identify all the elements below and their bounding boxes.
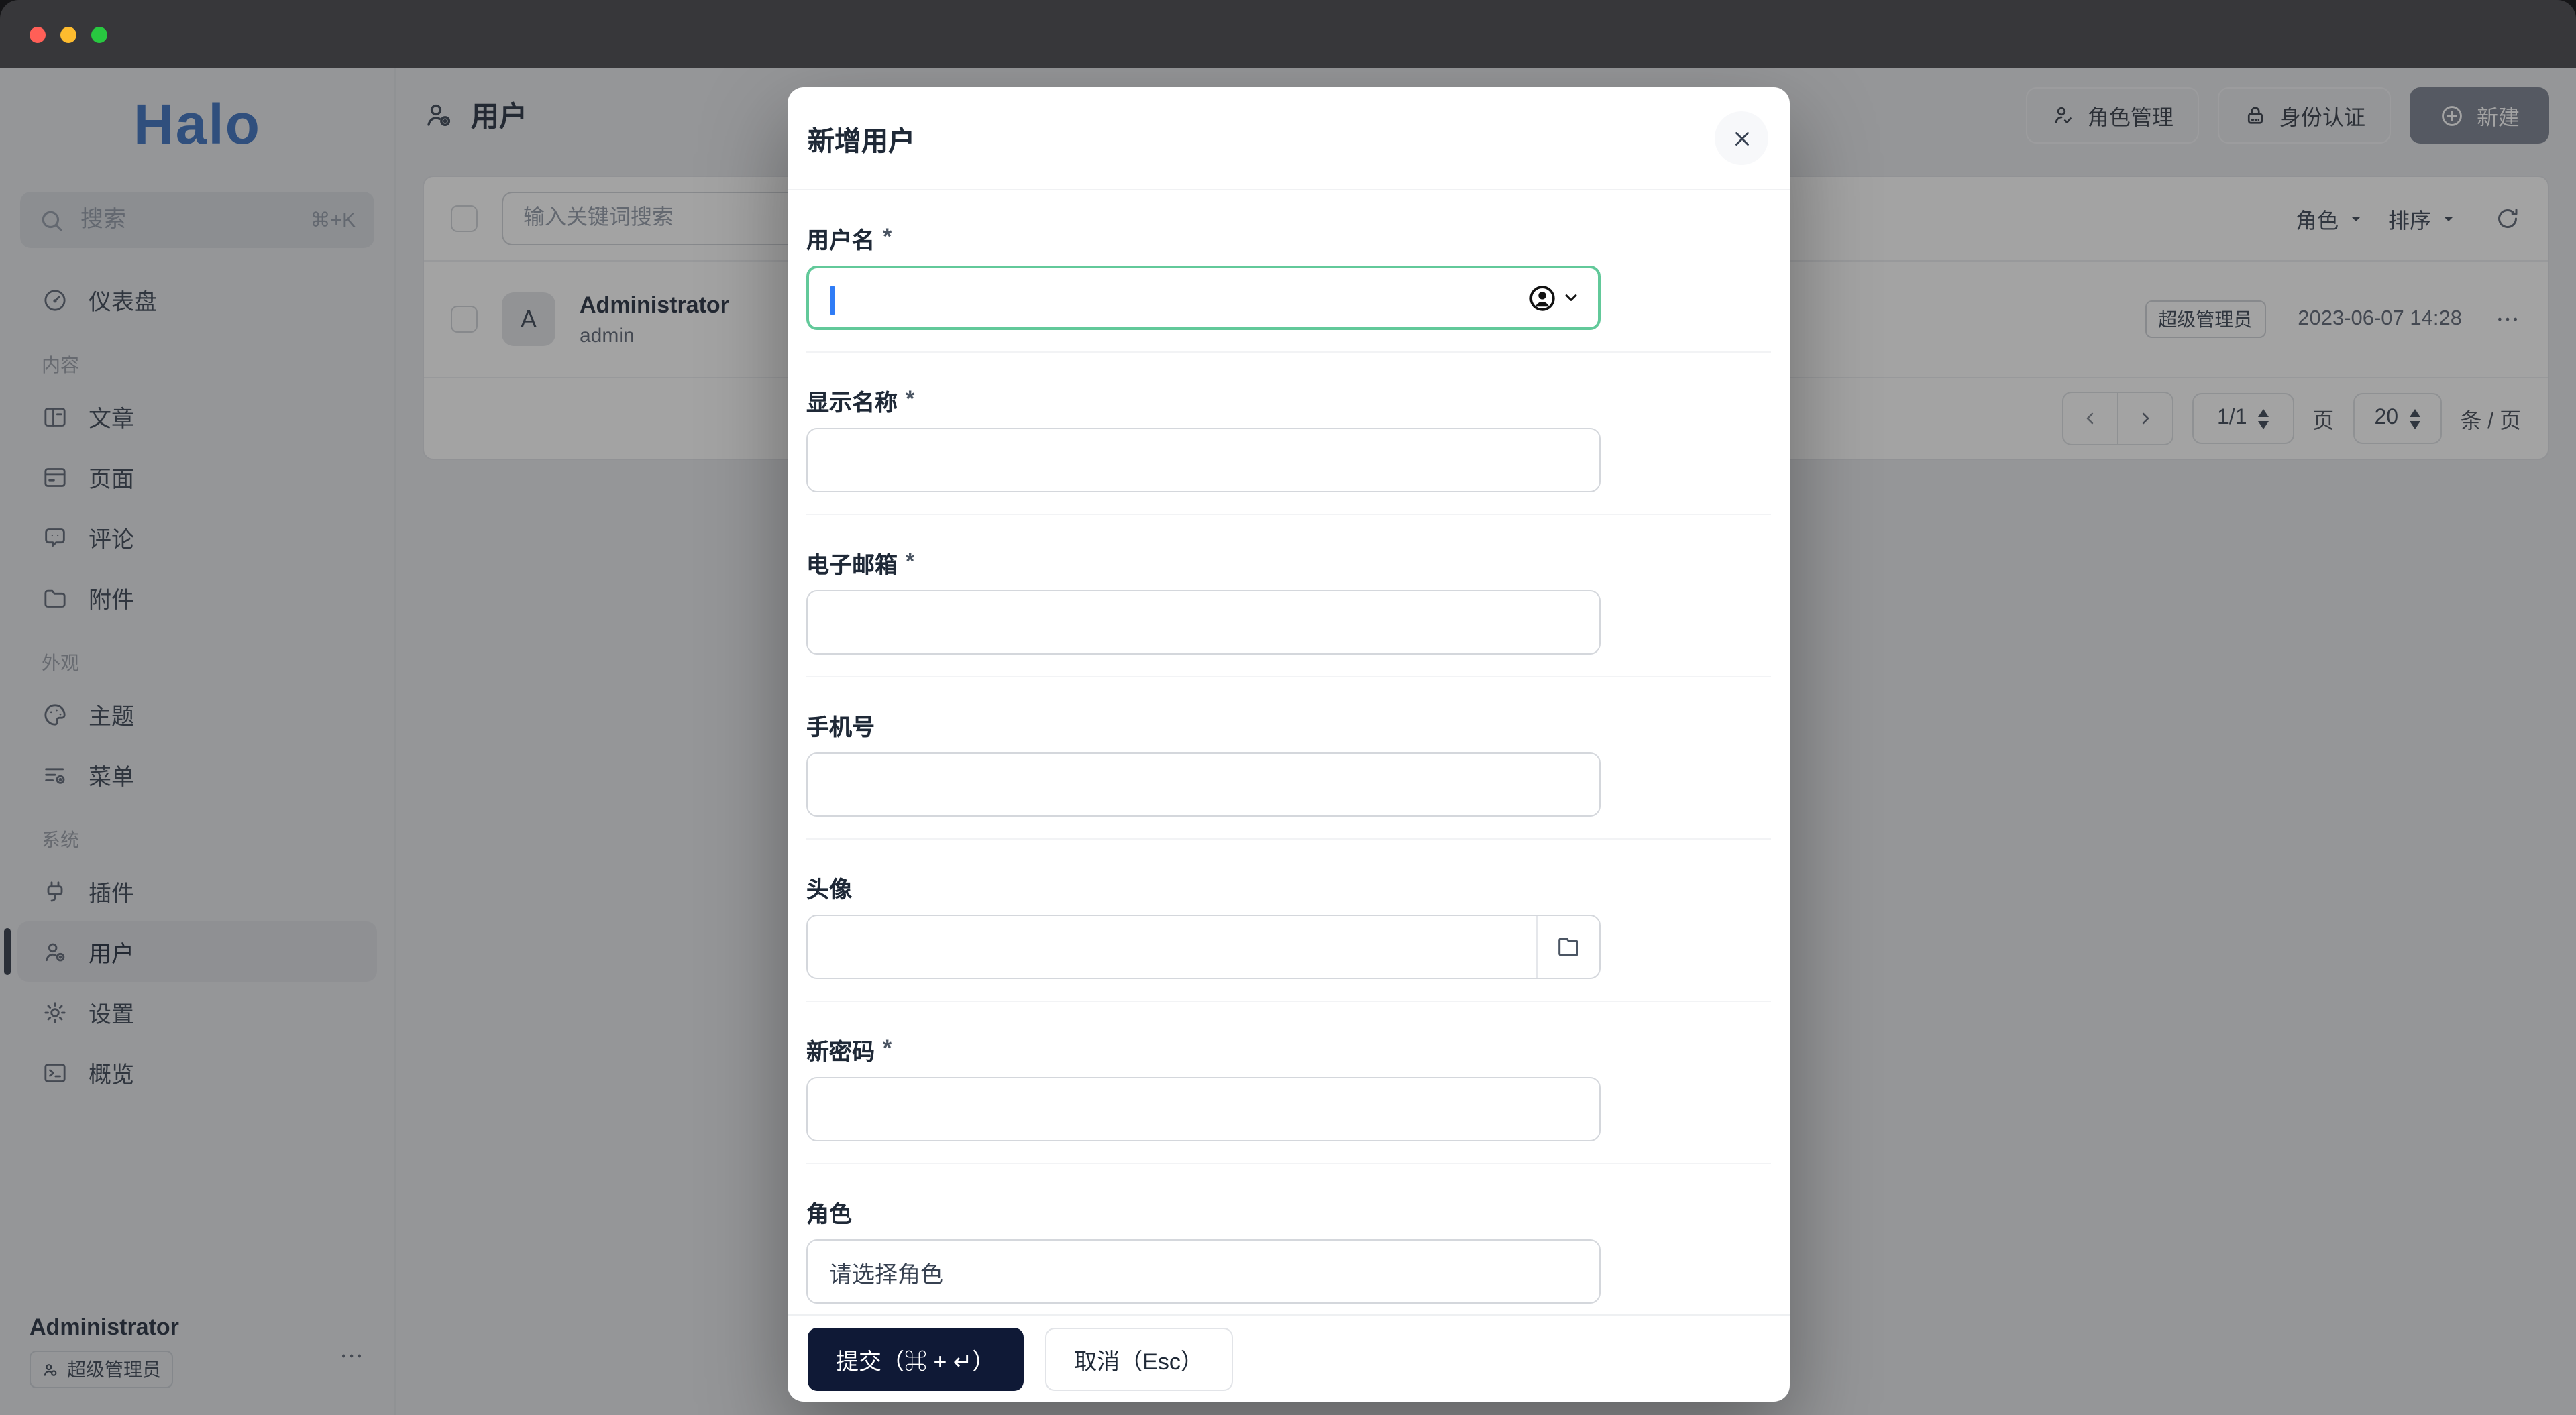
app-window: Halo ⌘+K 仪表盘 内容 [0, 0, 2576, 1415]
display-name-field[interactable] [806, 428, 1601, 492]
window-titlebar [0, 0, 2576, 68]
avatar-picker-button[interactable] [1536, 916, 1599, 978]
field-label-text: 新密码 [806, 1032, 875, 1066]
text-caret [830, 286, 835, 315]
required-mark: * [883, 224, 892, 251]
field-label: 角色 [806, 1196, 1771, 1226]
chevron-down-icon [1562, 288, 1580, 307]
display-name-input[interactable] [808, 429, 1599, 491]
role-select[interactable]: 请选择角色 [806, 1239, 1601, 1304]
email-input[interactable] [808, 591, 1599, 653]
field-avatar: 头像 [806, 840, 1771, 1002]
password-field[interactable] [806, 1077, 1601, 1141]
field-email: 电子邮箱 * [806, 515, 1771, 677]
email-field[interactable] [806, 590, 1601, 655]
username-avatar-dropdown[interactable] [1527, 282, 1598, 313]
required-mark: * [883, 1035, 892, 1062]
field-display-name: 显示名称 * [806, 353, 1771, 515]
field-label: 用户名 * [806, 223, 1771, 252]
field-label-text: 显示名称 [806, 383, 898, 416]
field-label: 头像 [806, 872, 1771, 901]
close-window-icon[interactable] [30, 26, 46, 42]
minimize-window-icon[interactable] [60, 26, 76, 42]
avatar-input[interactable] [808, 916, 1536, 978]
field-label: 新密码 * [806, 1034, 1771, 1064]
field-label: 电子邮箱 * [806, 547, 1771, 577]
submit-button[interactable]: 提交（⌘ + ↵） [808, 1327, 1023, 1390]
required-mark: * [906, 386, 914, 413]
new-user-modal: 新增用户 用户名 * [788, 87, 1790, 1402]
field-label-text: 头像 [806, 870, 852, 903]
field-username: 用户名 * [806, 190, 1771, 353]
username-field[interactable] [806, 266, 1601, 330]
field-label-text: 用户名 [806, 221, 875, 254]
field-label-text: 电子邮箱 [806, 545, 898, 579]
phone-input[interactable] [808, 754, 1599, 815]
field-phone: 手机号 [806, 677, 1771, 840]
field-label: 显示名称 * [806, 385, 1771, 414]
field-password: 新密码 * [806, 1002, 1771, 1164]
avatar-field[interactable] [806, 915, 1601, 979]
modal-body: 用户名 * [788, 190, 1790, 1314]
password-input[interactable] [808, 1078, 1599, 1140]
cancel-button[interactable]: 取消（Esc） [1044, 1327, 1233, 1390]
field-role: 角色 请选择角色 [806, 1164, 1771, 1314]
username-input[interactable] [809, 268, 1527, 327]
close-icon[interactable] [1715, 111, 1768, 165]
modal-footer: 提交（⌘ + ↵） 取消（Esc） [788, 1314, 1790, 1402]
phone-field[interactable] [806, 752, 1601, 817]
modal-title: 新增用户 [808, 119, 915, 158]
zoom-window-icon[interactable] [91, 26, 107, 42]
avatar-circle-icon [1527, 282, 1558, 313]
folder-icon [1555, 933, 1582, 960]
field-label: 手机号 [806, 710, 1771, 739]
field-label-text: 手机号 [806, 708, 875, 741]
required-mark: * [906, 549, 914, 575]
modal-header: 新增用户 [788, 87, 1790, 190]
role-select-value: 请选择角色 [829, 1255, 943, 1288]
field-label-text: 角色 [806, 1194, 852, 1228]
